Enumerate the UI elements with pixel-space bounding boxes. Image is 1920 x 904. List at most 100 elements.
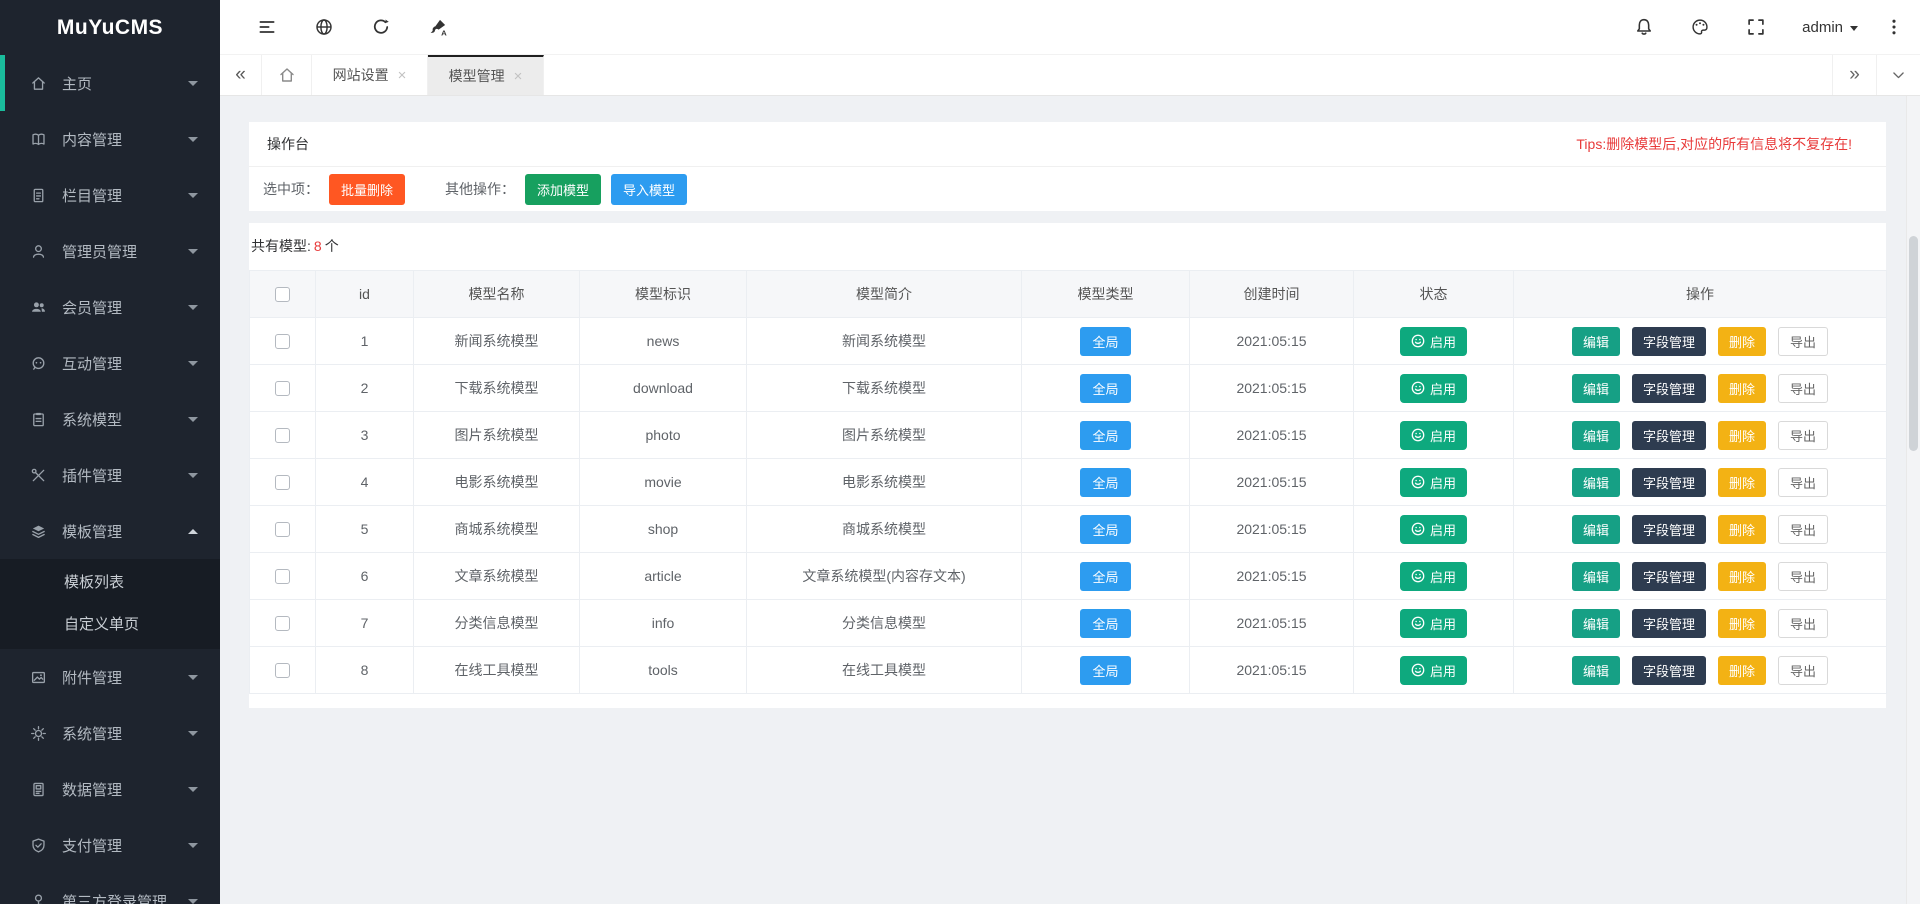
status-badge[interactable]: 启用 [1400, 421, 1467, 450]
edit-button[interactable]: 编辑 [1572, 374, 1620, 403]
export-button[interactable]: 导出 [1778, 374, 1828, 403]
status-badge[interactable]: 启用 [1400, 468, 1467, 497]
i-tools [30, 467, 47, 484]
delete-button[interactable]: 删除 [1718, 468, 1766, 497]
delete-button[interactable]: 删除 [1718, 656, 1766, 685]
status-badge[interactable]: 启用 [1400, 656, 1467, 685]
globe-icon[interactable] [314, 17, 334, 37]
sidebar-item-payment[interactable]: 支付管理 [0, 817, 220, 873]
sidebar-subitem[interactable]: 模板列表 [0, 562, 220, 604]
fields-button[interactable]: 字段管理 [1632, 562, 1706, 591]
export-button[interactable]: 导出 [1778, 656, 1828, 685]
i-layers [30, 523, 47, 540]
sidebar-item-home[interactable]: 主页 [0, 55, 220, 111]
export-button[interactable]: 导出 [1778, 327, 1828, 356]
sidebar-item-columns[interactable]: 栏目管理 [0, 167, 220, 223]
type-badge: 全局 [1080, 656, 1130, 685]
status-badge[interactable]: 启用 [1400, 515, 1467, 544]
tabs-dropdown[interactable] [1876, 55, 1920, 95]
row-checkbox[interactable] [275, 663, 290, 678]
sidebar-item-system[interactable]: 系统管理 [0, 705, 220, 761]
i-key [30, 893, 47, 904]
row-checkbox[interactable] [275, 569, 290, 584]
vertical-scrollbar[interactable] [1906, 96, 1920, 904]
close-icon[interactable]: × [398, 68, 407, 83]
status-badge[interactable]: 启用 [1400, 374, 1467, 403]
fields-button[interactable]: 字段管理 [1632, 515, 1706, 544]
fullscreen-icon[interactable] [1746, 17, 1766, 37]
sidebar-item-content[interactable]: 内容管理 [0, 111, 220, 167]
import-model-button[interactable]: 导入模型 [611, 174, 687, 205]
row-checkbox[interactable] [275, 522, 290, 537]
sidebar-subitem[interactable]: 自定义单页 [0, 604, 220, 646]
cell-name: 图片系统模型 [414, 412, 580, 459]
cell-name: 电影系统模型 [414, 459, 580, 506]
edit-button[interactable]: 编辑 [1572, 656, 1620, 685]
batch-delete-button[interactable]: 批量删除 [329, 174, 405, 205]
palette-icon[interactable] [1690, 17, 1710, 37]
tab-model-management[interactable]: 模型管理× [428, 55, 544, 95]
tabs-scroll-right[interactable]: » [1832, 55, 1876, 95]
kebab-menu-icon[interactable] [1884, 17, 1904, 37]
user-menu[interactable]: admin [1802, 19, 1858, 36]
status-badge[interactable]: 启用 [1400, 327, 1467, 356]
sidebar-item-thirdparty[interactable]: 第三方登录管理 [0, 873, 220, 904]
tab-site-settings[interactable]: 网站设置× [312, 55, 428, 95]
select-all-checkbox[interactable] [275, 287, 290, 302]
tab-home[interactable] [262, 55, 312, 95]
delete-button[interactable]: 删除 [1718, 562, 1766, 591]
username: admin [1802, 19, 1843, 36]
close-icon[interactable]: × [514, 69, 523, 84]
export-button[interactable]: 导出 [1778, 421, 1828, 450]
edit-button[interactable]: 编辑 [1572, 562, 1620, 591]
delete-button[interactable]: 删除 [1718, 327, 1766, 356]
row-checkbox[interactable] [275, 381, 290, 396]
fields-button[interactable]: 字段管理 [1632, 421, 1706, 450]
fields-button[interactable]: 字段管理 [1632, 468, 1706, 497]
edit-button[interactable]: 编辑 [1572, 421, 1620, 450]
sidebar-item-attachments[interactable]: 附件管理 [0, 649, 220, 705]
row-checkbox[interactable] [275, 334, 290, 349]
sidebar-item-templates[interactable]: 模板管理 [0, 503, 220, 559]
theme-brush-icon[interactable] [428, 17, 448, 37]
delete-button[interactable]: 删除 [1718, 374, 1766, 403]
row-checkbox[interactable] [275, 616, 290, 631]
caret-up-icon [188, 529, 198, 534]
fields-button[interactable]: 字段管理 [1632, 609, 1706, 638]
export-button[interactable]: 导出 [1778, 468, 1828, 497]
other-actions-label: 其他操作： [445, 179, 515, 199]
delete-button[interactable]: 删除 [1718, 515, 1766, 544]
fields-button[interactable]: 字段管理 [1632, 374, 1706, 403]
delete-button[interactable]: 删除 [1718, 421, 1766, 450]
sidebar-item-admins[interactable]: 管理员管理 [0, 223, 220, 279]
edit-button[interactable]: 编辑 [1572, 609, 1620, 638]
sidebar-item-sysmodel[interactable]: 系统模型 [0, 391, 220, 447]
add-model-button[interactable]: 添加模型 [525, 174, 601, 205]
tabs-scroll-left[interactable]: « [220, 55, 262, 95]
edit-button[interactable]: 编辑 [1572, 468, 1620, 497]
status-badge[interactable]: 启用 [1400, 609, 1467, 638]
bell-icon[interactable] [1634, 17, 1654, 37]
row-checkbox[interactable] [275, 428, 290, 443]
scrollbar-thumb[interactable] [1909, 236, 1918, 451]
sidebar-item-data[interactable]: 数据管理 [0, 761, 220, 817]
export-button[interactable]: 导出 [1778, 515, 1828, 544]
sidebar-item-label: 插件管理 [62, 465, 188, 486]
cell-desc: 分类信息模型 [747, 600, 1022, 647]
fields-button[interactable]: 字段管理 [1632, 327, 1706, 356]
sidebar-item-members[interactable]: 会员管理 [0, 279, 220, 335]
delete-button[interactable]: 删除 [1718, 609, 1766, 638]
export-button[interactable]: 导出 [1778, 609, 1828, 638]
edit-button[interactable]: 编辑 [1572, 515, 1620, 544]
sidebar-item-plugins[interactable]: 插件管理 [0, 447, 220, 503]
sidebar-item-label: 会员管理 [62, 297, 188, 318]
export-button[interactable]: 导出 [1778, 562, 1828, 591]
status-badge[interactable]: 启用 [1400, 562, 1467, 591]
sidebar-item-interaction[interactable]: 互动管理 [0, 335, 220, 391]
fields-button[interactable]: 字段管理 [1632, 656, 1706, 685]
edit-button[interactable]: 编辑 [1572, 327, 1620, 356]
row-checkbox[interactable] [275, 475, 290, 490]
caret-down-icon [188, 249, 198, 254]
sidebar-toggle-icon[interactable] [257, 17, 277, 37]
refresh-icon[interactable] [371, 17, 391, 37]
